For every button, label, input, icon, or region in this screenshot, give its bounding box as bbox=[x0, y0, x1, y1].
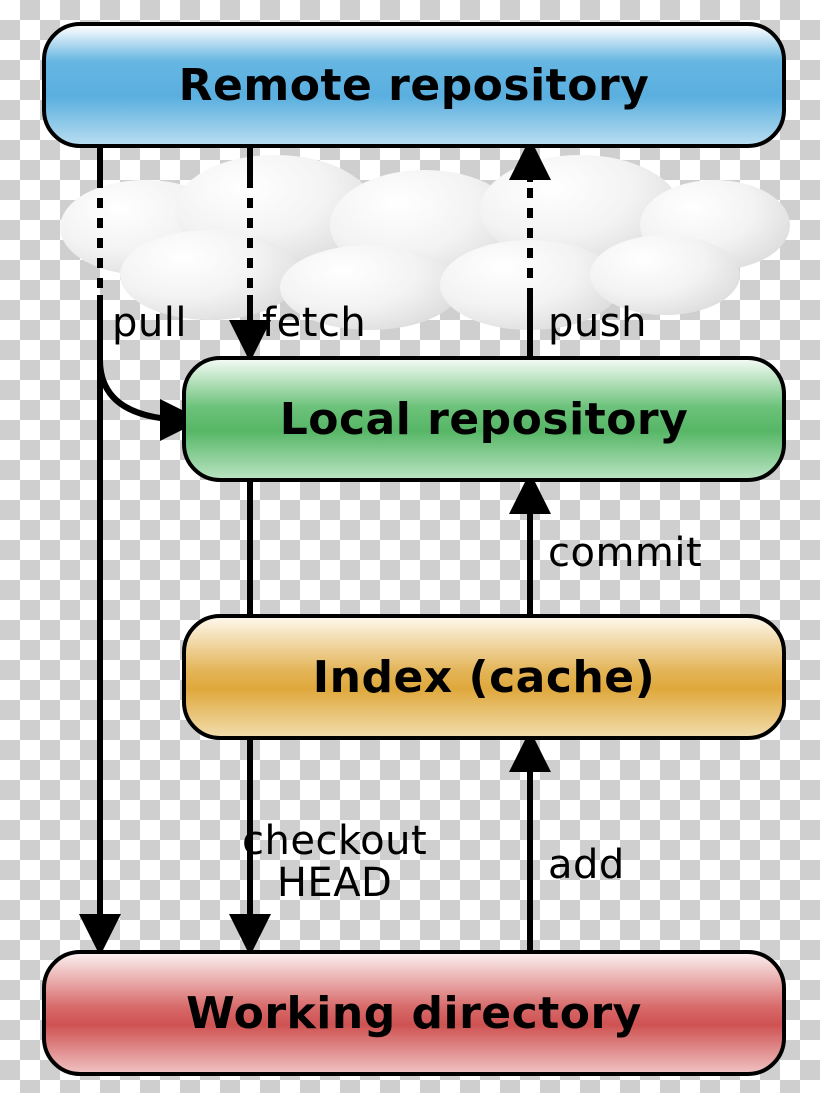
label-checkout-head-line2: HEAD bbox=[242, 862, 427, 904]
label-checkout-head-line1: checkout bbox=[242, 820, 427, 862]
node-label: Index (cache) bbox=[313, 652, 655, 703]
node-label: Remote repository bbox=[179, 60, 650, 111]
node-label: Working directory bbox=[186, 988, 642, 1039]
node-label: Local repository bbox=[280, 394, 689, 445]
label-push: push bbox=[548, 300, 647, 346]
label-commit: commit bbox=[548, 530, 702, 576]
node-remote-repository: Remote repository bbox=[42, 22, 786, 148]
label-pull: pull bbox=[112, 300, 187, 346]
label-fetch: fetch bbox=[262, 300, 366, 346]
node-index-cache: Index (cache) bbox=[182, 614, 786, 740]
node-local-repository: Local repository bbox=[182, 356, 786, 482]
label-checkout-head: checkout HEAD bbox=[242, 820, 427, 904]
node-working-directory: Working directory bbox=[42, 950, 786, 1076]
label-add: add bbox=[548, 842, 625, 888]
